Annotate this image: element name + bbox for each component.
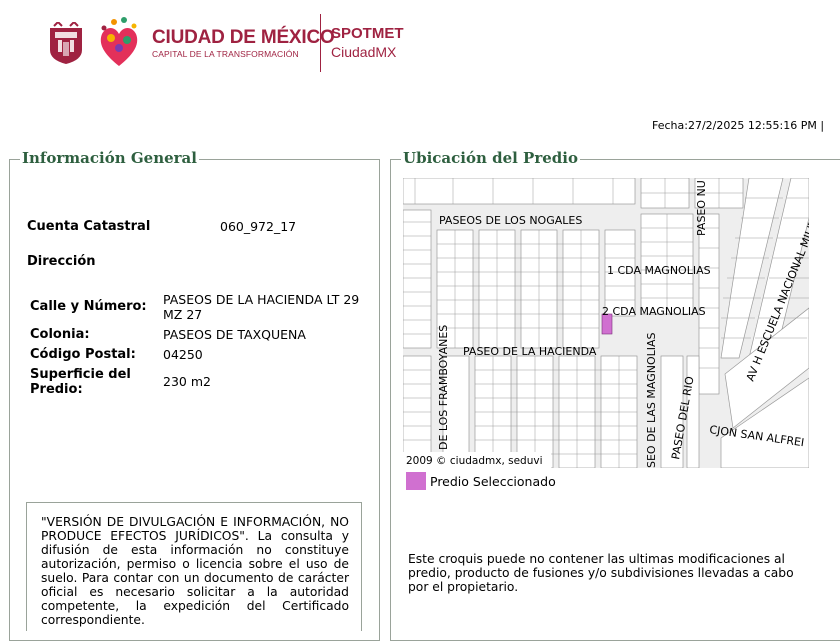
- date-stamp: Fecha:27/2/2025 12:55:16 PM |: [652, 119, 825, 132]
- cp-value: 04250: [163, 347, 203, 362]
- calle-label: Calle y Número:: [30, 299, 147, 314]
- street-cda2: 2 CDA MAGNOLIAS: [602, 305, 706, 318]
- colonia-value: PASEOS DE TAXQUENA: [163, 327, 306, 342]
- calle-value: PASEOS DE LA HACIENDA LT 29 MZ 27: [163, 292, 360, 322]
- street-magnolias: SEO DE LAS MAGNOLIAS: [645, 332, 658, 468]
- cdmx-coat-of-arms-logo: [46, 20, 86, 66]
- street-nogales: PASEOS DE LOS NOGALES: [439, 214, 582, 227]
- cp-label: Código Postal:: [30, 347, 136, 362]
- system-title: SPOTMET: [331, 25, 404, 42]
- street-paseo-nu: PASEO NU: [695, 180, 708, 236]
- croquis-note: Este croquis puede no contener las ultim…: [408, 552, 794, 594]
- map-copyright: 2009 © ciudadmx, seduvi: [406, 455, 543, 467]
- brand-subtitle: CAPITAL DE LA TRANSFORMACIÓN: [152, 49, 299, 59]
- colonia-label: Colonia:: [30, 327, 90, 342]
- ubicacion-legend: Ubicación del Predio: [401, 149, 580, 167]
- direccion-label: Dirección: [27, 254, 96, 269]
- cuenta-label: Cuenta Catastral: [27, 219, 151, 234]
- parcel-map[interactable]: PASEOS DE LOS NOGALES PASEO NU AV H ESCU…: [403, 178, 809, 468]
- info-general-legend: Información General: [20, 149, 199, 167]
- system-subtitle: CiudadMX: [331, 44, 397, 60]
- superficie-label: Superficie del Predio:: [30, 367, 131, 397]
- disclaimer-box: "VERSIÓN DE DIVULGACIÓN E INFORMACIÓN, N…: [26, 502, 362, 631]
- header-divider: [320, 14, 321, 72]
- superficie-value: 230 m2: [163, 374, 211, 389]
- street-cda1: 1 CDA MAGNOLIAS: [607, 264, 711, 277]
- street-framboyanes: DE LOS FRAMBOYANES: [437, 325, 450, 450]
- heart-emblem-logo: [96, 14, 142, 72]
- cuenta-value: 060_972_17: [220, 219, 297, 234]
- street-hacienda: PASEO DE LA HACIENDA: [463, 345, 597, 358]
- brand-title: CIUDAD DE MÉXICO: [152, 27, 335, 48]
- selected-parcel-swatch: [406, 472, 426, 490]
- selected-parcel-legend: Predio Seleccionado: [430, 474, 556, 489]
- disclaimer-text: "VERSIÓN DE DIVULGACIÓN E INFORMACIÓN, N…: [41, 515, 349, 627]
